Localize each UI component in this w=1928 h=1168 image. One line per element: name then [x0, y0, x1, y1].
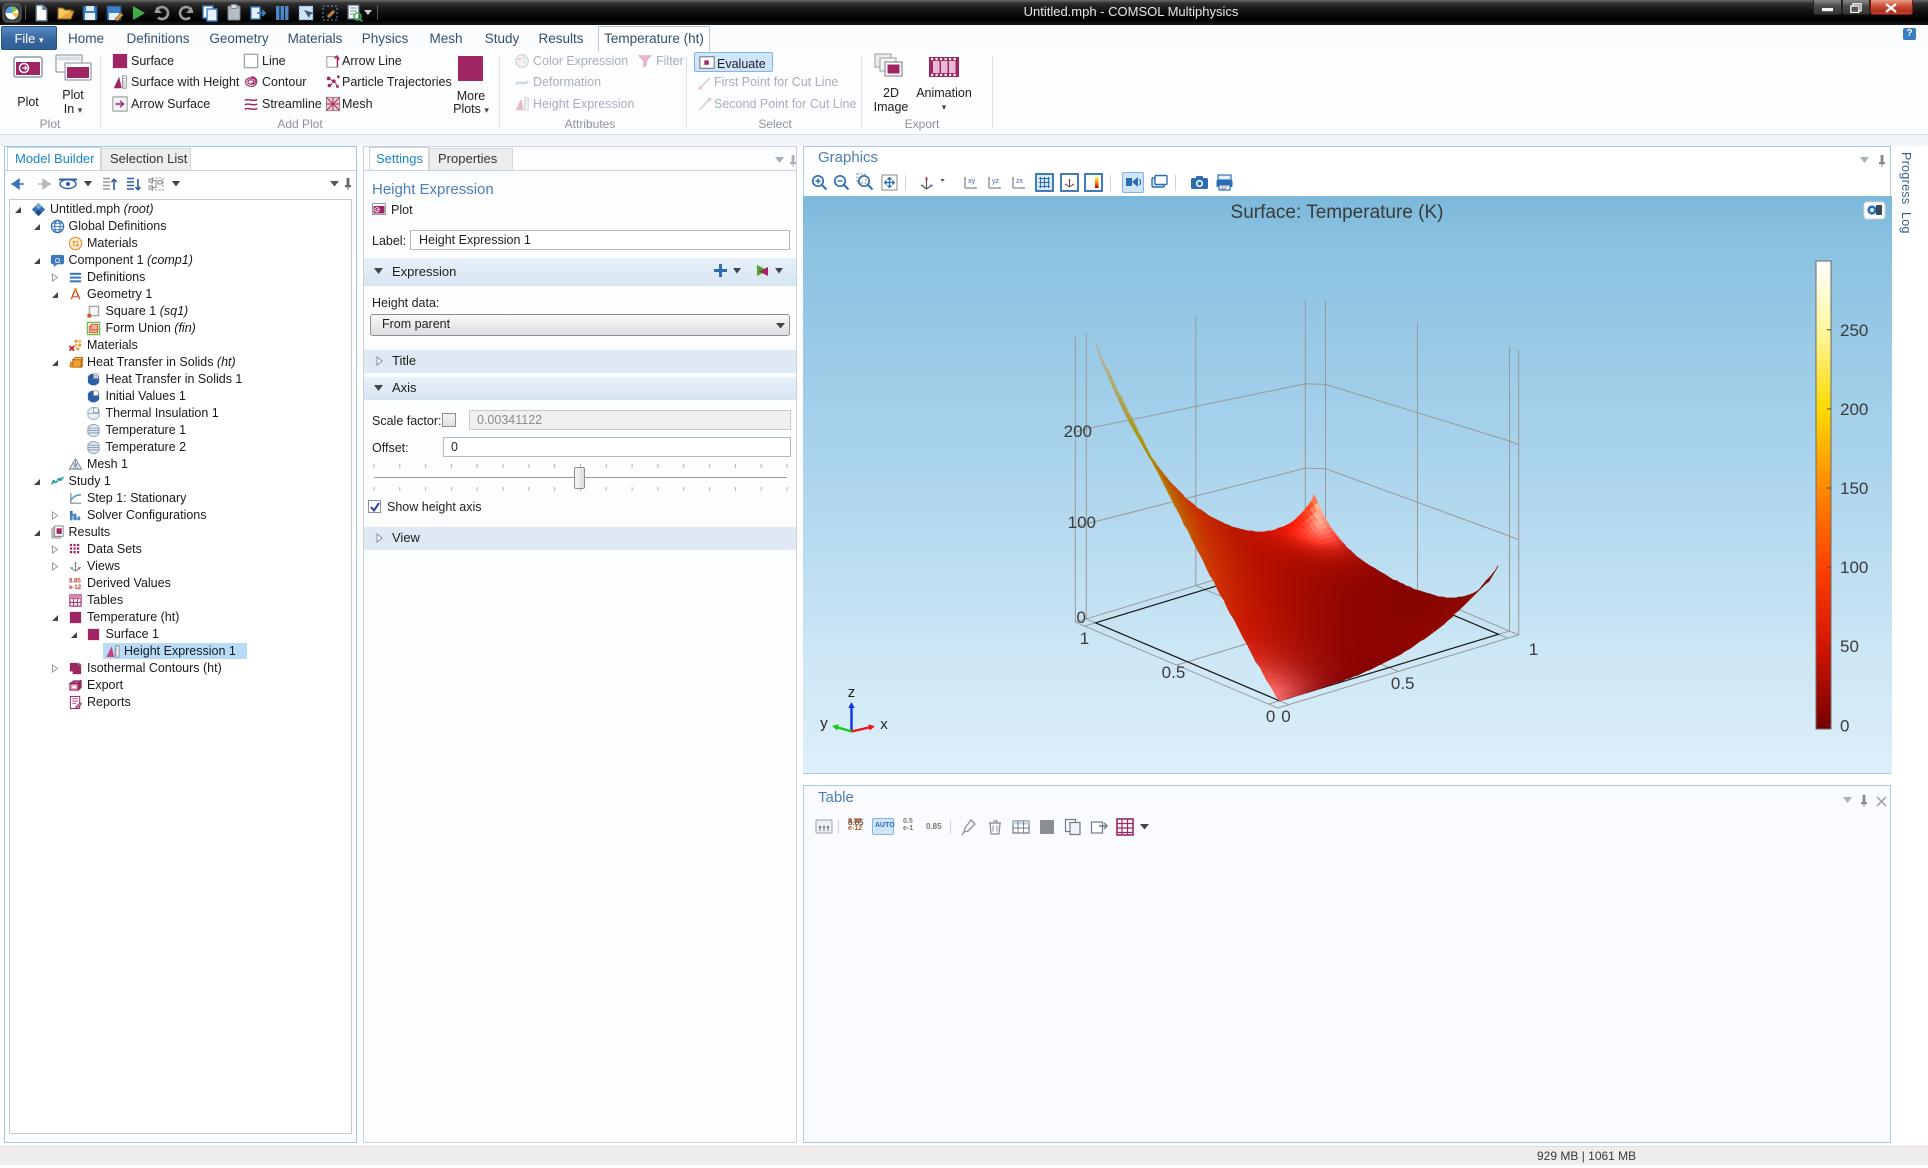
- svg-text:zx: zx: [1016, 178, 1024, 185]
- svg-text:100: 100: [1840, 558, 1868, 577]
- svg-text:150: 150: [1840, 479, 1868, 498]
- svg-text:yz: yz: [992, 178, 1000, 185]
- svg-text:Ω: Ω: [55, 256, 61, 265]
- svg-text:1: 1: [1080, 629, 1089, 648]
- svg-text:0.5: 0.5: [1162, 663, 1186, 682]
- svg-text:0: 0: [1281, 707, 1290, 726]
- svg-text:200: 200: [1064, 422, 1092, 441]
- svg-text:xy: xy: [968, 178, 976, 185]
- svg-text:0.5: 0.5: [1391, 674, 1415, 693]
- svg-text:x: x: [880, 716, 888, 733]
- svg-text:0: 0: [1840, 716, 1849, 735]
- svg-text:D: D: [94, 374, 97, 379]
- svg-text:50: 50: [1840, 637, 1859, 656]
- svg-text:0: 0: [1077, 608, 1086, 627]
- svg-text:250: 250: [1840, 321, 1868, 340]
- svg-text:100: 100: [1068, 513, 1096, 532]
- svg-text:e-12: e-12: [69, 584, 82, 591]
- svg-text:z: z: [848, 684, 856, 701]
- svg-text:Surface: Temperature (K): Surface: Temperature (K): [1231, 202, 1444, 223]
- svg-text:0: 0: [1266, 707, 1275, 726]
- svg-text:y: y: [820, 715, 828, 732]
- svg-text:200: 200: [1840, 400, 1868, 419]
- svg-text:1: 1: [1529, 640, 1538, 659]
